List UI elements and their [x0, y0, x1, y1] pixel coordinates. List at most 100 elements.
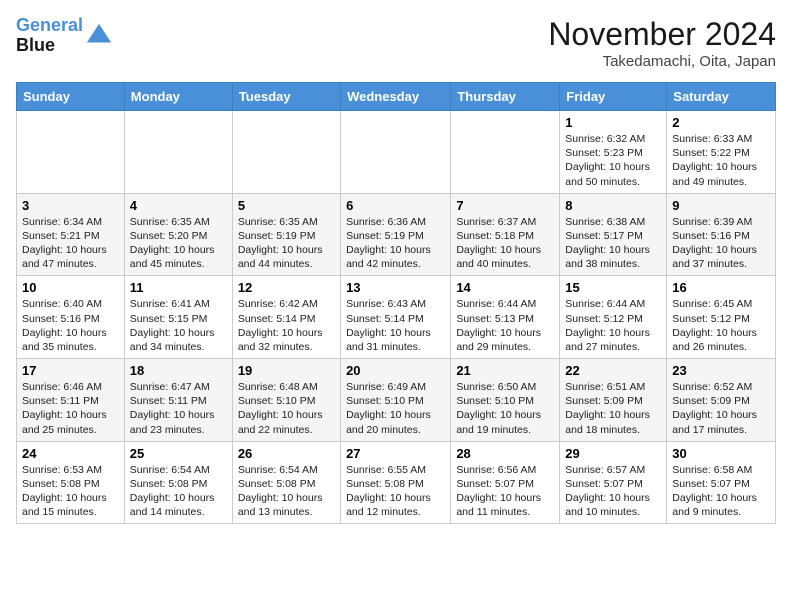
- calendar-cell: 27 Sunrise: 6:55 AM Sunset: 5:08 PM Dayli…: [341, 441, 451, 524]
- day-info: Sunrise: 6:49 AM Sunset: 5:10 PM Dayligh…: [346, 380, 445, 437]
- weekday-header: Thursday: [451, 83, 560, 111]
- day-info: Sunrise: 6:52 AM Sunset: 5:09 PM Dayligh…: [672, 380, 770, 437]
- day-number: 29: [565, 446, 661, 461]
- weekday-header: Tuesday: [232, 83, 340, 111]
- day-number: 19: [238, 363, 335, 378]
- calendar-cell: 13 Sunrise: 6:43 AM Sunset: 5:14 PM Dayli…: [341, 276, 451, 359]
- weekday-header: Wednesday: [341, 83, 451, 111]
- calendar-cell: 14 Sunrise: 6:44 AM Sunset: 5:13 PM Dayli…: [451, 276, 560, 359]
- calendar-week-row: 1Sunrise: 6:32 AM Sunset: 5:23 PM Daylig…: [17, 111, 776, 194]
- calendar-cell: [232, 111, 340, 194]
- calendar-cell: 18Sunrise: 6:47 AM Sunset: 5:11 PM Dayli…: [124, 359, 232, 442]
- day-number: 14: [456, 280, 554, 295]
- logo: GeneralBlue: [16, 16, 113, 56]
- weekday-header: Sunday: [17, 83, 125, 111]
- day-number: 30: [672, 446, 770, 461]
- calendar-cell: 7 Sunrise: 6:37 AM Sunset: 5:18 PM Daylig…: [451, 193, 560, 276]
- page-header: GeneralBlue November 2024 Takedamachi, O…: [16, 16, 776, 70]
- day-number: 13: [346, 280, 445, 295]
- day-number: 26: [238, 446, 335, 461]
- day-info: Sunrise: 6:40 AM Sunset: 5:16 PM Dayligh…: [22, 297, 119, 354]
- calendar-table: SundayMondayTuesdayWednesdayThursdayFrid…: [16, 82, 776, 524]
- day-info: Sunrise: 6:35 AM Sunset: 5:20 PM Dayligh…: [130, 215, 227, 272]
- day-info: Sunrise: 6:44 AM Sunset: 5:13 PM Dayligh…: [456, 297, 554, 354]
- calendar-week-row: 3 Sunrise: 6:34 AM Sunset: 5:21 PM Daylig…: [17, 193, 776, 276]
- day-info: Sunrise: 6:46 AM Sunset: 5:11 PM Dayligh…: [22, 380, 119, 437]
- day-info: Sunrise: 6:39 AM Sunset: 5:16 PM Dayligh…: [672, 215, 770, 272]
- calendar-cell: 25 Sunrise: 6:54 AM Sunset: 5:08 PM Dayli…: [124, 441, 232, 524]
- calendar-cell: 22Sunrise: 6:51 AM Sunset: 5:09 PM Dayli…: [560, 359, 667, 442]
- day-info: Sunrise: 6:38 AM Sunset: 5:17 PM Dayligh…: [565, 215, 661, 272]
- day-number: 27: [346, 446, 445, 461]
- day-number: 20: [346, 363, 445, 378]
- day-info: Sunrise: 6:44 AM Sunset: 5:12 PM Dayligh…: [565, 297, 661, 354]
- day-info: Sunrise: 6:50 AM Sunset: 5:10 PM Dayligh…: [456, 380, 554, 437]
- day-info: Sunrise: 6:55 AM Sunset: 5:08 PM Dayligh…: [346, 463, 445, 520]
- location: Takedamachi, Oita, Japan: [548, 53, 776, 70]
- logo-text: GeneralBlue: [16, 16, 83, 56]
- day-number: 17: [22, 363, 119, 378]
- day-info: Sunrise: 6:42 AM Sunset: 5:14 PM Dayligh…: [238, 297, 335, 354]
- day-number: 4: [130, 198, 227, 213]
- day-info: Sunrise: 6:35 AM Sunset: 5:19 PM Dayligh…: [238, 215, 335, 272]
- day-number: 1: [565, 115, 661, 130]
- day-info: Sunrise: 6:33 AM Sunset: 5:22 PM Dayligh…: [672, 132, 770, 189]
- calendar-cell: 2 Sunrise: 6:33 AM Sunset: 5:22 PM Daylig…: [667, 111, 776, 194]
- weekday-header: Saturday: [667, 83, 776, 111]
- calendar-cell: 19 Sunrise: 6:48 AM Sunset: 5:10 PM Dayli…: [232, 359, 340, 442]
- calendar-cell: 8 Sunrise: 6:38 AM Sunset: 5:17 PM Daylig…: [560, 193, 667, 276]
- day-number: 3: [22, 198, 119, 213]
- day-info: Sunrise: 6:43 AM Sunset: 5:14 PM Dayligh…: [346, 297, 445, 354]
- calendar-cell: [17, 111, 125, 194]
- day-info: Sunrise: 6:51 AM Sunset: 5:09 PM Dayligh…: [565, 380, 661, 437]
- calendar-cell: 9Sunrise: 6:39 AM Sunset: 5:16 PM Daylig…: [667, 193, 776, 276]
- calendar-cell: 23Sunrise: 6:52 AM Sunset: 5:09 PM Dayli…: [667, 359, 776, 442]
- day-number: 8: [565, 198, 661, 213]
- day-info: Sunrise: 6:47 AM Sunset: 5:11 PM Dayligh…: [130, 380, 227, 437]
- day-info: Sunrise: 6:56 AM Sunset: 5:07 PM Dayligh…: [456, 463, 554, 520]
- calendar-week-row: 10 Sunrise: 6:40 AM Sunset: 5:16 PM Dayli…: [17, 276, 776, 359]
- day-number: 11: [130, 280, 227, 295]
- calendar-cell: 24 Sunrise: 6:53 AM Sunset: 5:08 PM Dayli…: [17, 441, 125, 524]
- day-number: 7: [456, 198, 554, 213]
- day-number: 21: [456, 363, 554, 378]
- calendar-cell: 4 Sunrise: 6:35 AM Sunset: 5:20 PM Daylig…: [124, 193, 232, 276]
- calendar-cell: 29 Sunrise: 6:57 AM Sunset: 5:07 PM Dayli…: [560, 441, 667, 524]
- calendar-cell: 26Sunrise: 6:54 AM Sunset: 5:08 PM Dayli…: [232, 441, 340, 524]
- day-number: 15: [565, 280, 661, 295]
- calendar-cell: 30Sunrise: 6:58 AM Sunset: 5:07 PM Dayli…: [667, 441, 776, 524]
- day-number: 24: [22, 446, 119, 461]
- calendar-week-row: 24 Sunrise: 6:53 AM Sunset: 5:08 PM Dayli…: [17, 441, 776, 524]
- day-info: Sunrise: 6:54 AM Sunset: 5:08 PM Dayligh…: [130, 463, 227, 520]
- weekday-header: Monday: [124, 83, 232, 111]
- calendar-cell: 16Sunrise: 6:45 AM Sunset: 5:12 PM Dayli…: [667, 276, 776, 359]
- calendar-cell: 6Sunrise: 6:36 AM Sunset: 5:19 PM Daylig…: [341, 193, 451, 276]
- day-number: 10: [22, 280, 119, 295]
- day-info: Sunrise: 6:34 AM Sunset: 5:21 PM Dayligh…: [22, 215, 119, 272]
- logo-icon: [85, 22, 113, 50]
- calendar-cell: 11Sunrise: 6:41 AM Sunset: 5:15 PM Dayli…: [124, 276, 232, 359]
- calendar-cell: 10 Sunrise: 6:40 AM Sunset: 5:16 PM Dayli…: [17, 276, 125, 359]
- day-number: 28: [456, 446, 554, 461]
- calendar-cell: 12Sunrise: 6:42 AM Sunset: 5:14 PM Dayli…: [232, 276, 340, 359]
- day-info: Sunrise: 6:53 AM Sunset: 5:08 PM Dayligh…: [22, 463, 119, 520]
- calendar-cell: 21 Sunrise: 6:50 AM Sunset: 5:10 PM Dayli…: [451, 359, 560, 442]
- title-block: November 2024 Takedamachi, Oita, Japan: [548, 16, 776, 70]
- calendar-cell: 5 Sunrise: 6:35 AM Sunset: 5:19 PM Daylig…: [232, 193, 340, 276]
- calendar-cell: [124, 111, 232, 194]
- day-number: 6: [346, 198, 445, 213]
- day-number: 25: [130, 446, 227, 461]
- calendar-cell: 15 Sunrise: 6:44 AM Sunset: 5:12 PM Dayli…: [560, 276, 667, 359]
- day-number: 2: [672, 115, 770, 130]
- day-info: Sunrise: 6:48 AM Sunset: 5:10 PM Dayligh…: [238, 380, 335, 437]
- day-info: Sunrise: 6:37 AM Sunset: 5:18 PM Dayligh…: [456, 215, 554, 272]
- calendar-cell: 20 Sunrise: 6:49 AM Sunset: 5:10 PM Dayli…: [341, 359, 451, 442]
- calendar-cell: [451, 111, 560, 194]
- calendar-cell: 28 Sunrise: 6:56 AM Sunset: 5:07 PM Dayli…: [451, 441, 560, 524]
- month-title: November 2024: [548, 16, 776, 53]
- calendar-header-row: SundayMondayTuesdayWednesdayThursdayFrid…: [17, 83, 776, 111]
- calendar-cell: [341, 111, 451, 194]
- calendar-cell: 1Sunrise: 6:32 AM Sunset: 5:23 PM Daylig…: [560, 111, 667, 194]
- day-info: Sunrise: 6:57 AM Sunset: 5:07 PM Dayligh…: [565, 463, 661, 520]
- day-number: 5: [238, 198, 335, 213]
